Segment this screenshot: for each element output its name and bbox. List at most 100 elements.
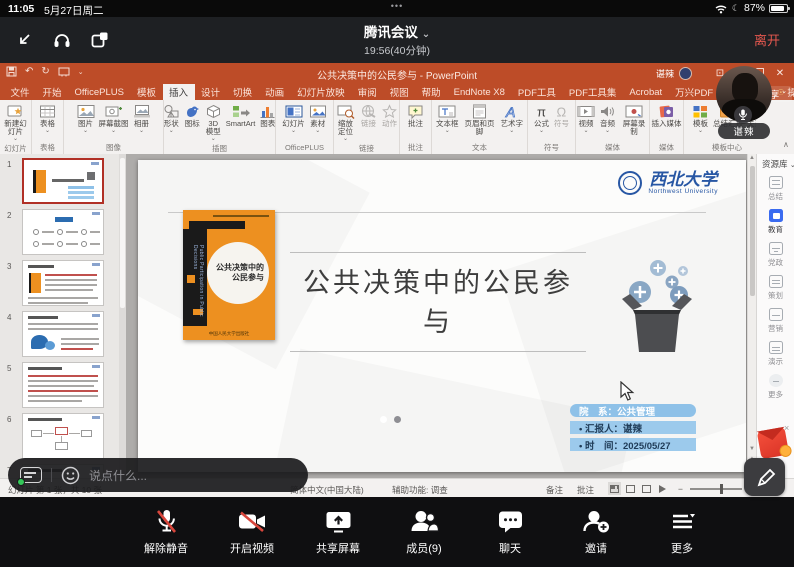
more-button[interactable]: 更多 xyxy=(657,508,707,556)
comments-toggle[interactable]: 批注 xyxy=(577,484,594,496)
tab-wanxing-pdf[interactable]: 万兴PDF xyxy=(669,84,720,100)
resource-item-education[interactable]: 教育 xyxy=(757,209,794,235)
slide-scrollbar[interactable]: ▲ ▼ ▲ ▼ xyxy=(747,154,756,478)
tab-animations[interactable]: 动画 xyxy=(259,84,291,100)
textbox-button[interactable]: 文本框⌄ xyxy=(435,103,460,134)
zoom-slider[interactable] xyxy=(690,488,742,490)
scroll-down-icon[interactable]: ▼ xyxy=(749,446,755,452)
chart-button[interactable]: 图表 xyxy=(258,103,277,129)
slide-thumbnail-2[interactable] xyxy=(22,209,104,255)
slide-thumbnail-4[interactable] xyxy=(22,311,104,357)
resource-item-marketing[interactable]: 营销 xyxy=(757,308,794,334)
chat-input[interactable]: 说点什么... xyxy=(89,467,147,484)
share-screen-button[interactable]: 共享屏幕 xyxy=(313,508,363,556)
resource-item-more[interactable]: 更多 xyxy=(757,374,794,400)
slideshow-view-button[interactable] xyxy=(656,482,669,495)
meeting-title[interactable]: 腾讯会议 ⌄ xyxy=(0,21,794,41)
slide-title-block[interactable]: 公共决策中的公民参与 xyxy=(290,252,586,352)
ellipsis-icon xyxy=(769,374,783,387)
caption-icon[interactable] xyxy=(20,467,42,483)
slide-thumbnail-6[interactable] xyxy=(22,413,104,459)
tab-pdf-toolset[interactable]: PDF工具集 xyxy=(562,84,623,100)
officeplus-assets-button[interactable]: 素材⌄ xyxy=(308,103,328,134)
book-cover-image[interactable]: Public Participation in Public Decisions… xyxy=(183,210,275,340)
tab-insert[interactable]: 插入 xyxy=(163,84,195,100)
slide-sorter-view-button[interactable] xyxy=(624,482,637,495)
tab-help[interactable]: 帮助 xyxy=(415,84,447,100)
accessibility-status[interactable]: 辅助功能: 调查 xyxy=(392,484,448,496)
insert-media-button[interactable]: 插入媒体 xyxy=(651,103,683,129)
notes-toggle[interactable]: 备注 xyxy=(546,484,563,496)
link-button[interactable]: 链接 xyxy=(359,103,378,129)
tab-transitions[interactable]: 切换 xyxy=(227,84,259,100)
wordart-button[interactable]: A 艺术字⌄ xyxy=(500,103,525,134)
slide-editing-surface[interactable]: 西北大学 Northwest University Public Partici… xyxy=(138,160,746,472)
tab-review[interactable]: 审阅 xyxy=(351,84,383,100)
table-button[interactable]: 表格⌄ xyxy=(38,103,57,134)
invite-button[interactable]: 邀请 xyxy=(571,508,621,556)
close-icon[interactable]: × xyxy=(784,423,789,433)
tab-officeplus[interactable]: OfficePLUS xyxy=(68,84,130,100)
new-slide-button[interactable]: 新建幻灯片⌄ xyxy=(0,103,31,142)
slide-thumbnail-3[interactable] xyxy=(22,260,104,306)
shapes-button[interactable]: 形状⌄ xyxy=(162,103,181,134)
zoom-slider-thumb[interactable] xyxy=(720,484,723,494)
folder-icon xyxy=(769,176,783,189)
zoom-link-button[interactable]: 缩放定位⌄ xyxy=(334,103,357,142)
template-button[interactable]: 模板⌄ xyxy=(691,103,710,134)
scrollbar-thumb[interactable] xyxy=(750,166,755,296)
slide-thumbnail-1[interactable] xyxy=(22,158,104,204)
tab-slideshow[interactable]: 幻灯片放映 xyxy=(291,84,352,100)
audio-button[interactable]: 音频⌄ xyxy=(598,103,617,134)
tab-endnote[interactable]: EndNote X8 xyxy=(447,84,511,100)
tab-template[interactable]: 模板 xyxy=(131,84,163,100)
presenter-info-row[interactable]: • 汇报人：谌辣 xyxy=(570,421,696,434)
normal-view-button[interactable] xyxy=(608,482,621,495)
members-button[interactable]: 成员(9) xyxy=(399,508,449,556)
chat-button[interactable]: 聊天 xyxy=(485,508,535,556)
tab-view[interactable]: 视图 xyxy=(383,84,415,100)
action-button[interactable]: 动作 xyxy=(380,103,399,129)
resource-item-summary[interactable]: 总结 xyxy=(757,176,794,202)
3d-model-button[interactable]: 3D 模型⌄ xyxy=(204,103,223,142)
account-info[interactable]: 谌辣 xyxy=(656,67,692,80)
resource-item-party[interactable]: 党政 xyxy=(757,242,794,268)
comment-button[interactable]: 批注 xyxy=(406,103,425,129)
officeplus-slides-button[interactable]: 幻灯片⌄ xyxy=(281,103,306,134)
header-footer-button[interactable]: 页眉和页脚 xyxy=(462,103,498,137)
resource-item-planning[interactable]: 策划 xyxy=(757,275,794,301)
zoom-out-button[interactable]: − xyxy=(678,484,683,494)
date-info-row[interactable]: • 时 间：2025/05/27 xyxy=(570,438,696,451)
open-box-graphic[interactable] xyxy=(620,248,694,358)
screen-recording-button[interactable]: 屏幕录制 xyxy=(619,103,649,137)
tab-pdf-tools[interactable]: PDF工具 xyxy=(511,84,562,100)
reading-view-button[interactable] xyxy=(640,482,653,495)
emoji-reaction-button[interactable] xyxy=(61,466,80,485)
dept-info-row[interactable]: 院 系：公共管理 xyxy=(570,404,696,417)
picture-button[interactable]: 图片⌄ xyxy=(76,103,96,134)
equation-button[interactable]: π 公式⌄ xyxy=(533,103,551,134)
resource-library-header[interactable]: 资源库 ⌄ xyxy=(757,154,794,176)
leave-meeting-button[interactable]: 离开 xyxy=(754,30,780,49)
tab-acrobat[interactable]: Acrobat xyxy=(623,84,669,100)
close-window-button[interactable]: ✕ xyxy=(770,63,790,84)
thumbnail-scrollbar[interactable] xyxy=(119,154,126,478)
photo-album-button[interactable]: 相册⌄ xyxy=(132,103,152,134)
collapse-ribbon-icon[interactable]: ∧ xyxy=(783,140,789,149)
slide-thumbnail-5[interactable] xyxy=(22,362,104,408)
smartart-button[interactable]: SmartArt xyxy=(225,103,257,129)
scroll-up-icon[interactable]: ▲ xyxy=(749,155,755,161)
screenshot-button[interactable]: 屏幕截图⌄ xyxy=(98,103,130,134)
tab-home[interactable]: 开始 xyxy=(36,84,68,100)
video-button[interactable]: 视频⌄ xyxy=(576,103,596,134)
annotation-pen-button[interactable] xyxy=(744,458,785,496)
chevron-down-icon: ⌄ xyxy=(422,29,430,40)
unmute-button[interactable]: 解除静音 xyxy=(141,508,191,556)
icons-button[interactable]: 图标 xyxy=(183,103,202,129)
tab-file[interactable]: 文件 xyxy=(4,84,36,100)
symbol-button[interactable]: Ω 符号 xyxy=(553,103,571,129)
start-video-button[interactable]: 开启视频 xyxy=(227,508,277,556)
resource-item-presentation[interactable]: 演示 xyxy=(757,341,794,367)
tab-design[interactable]: 设计 xyxy=(195,84,227,100)
university-logo[interactable]: 西北大学 Northwest University xyxy=(618,171,718,195)
